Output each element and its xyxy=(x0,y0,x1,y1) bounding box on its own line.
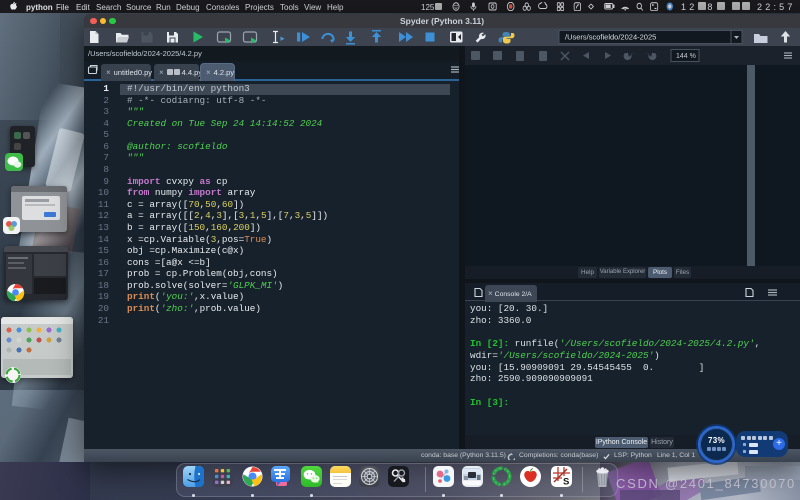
svg-text:144 %: 144 % xyxy=(676,53,696,60)
svg-text:S: S xyxy=(563,477,569,488)
svg-text:/Users/scofieldo/2024-2025: /Users/scofieldo/2024-2025 xyxy=(565,33,656,42)
